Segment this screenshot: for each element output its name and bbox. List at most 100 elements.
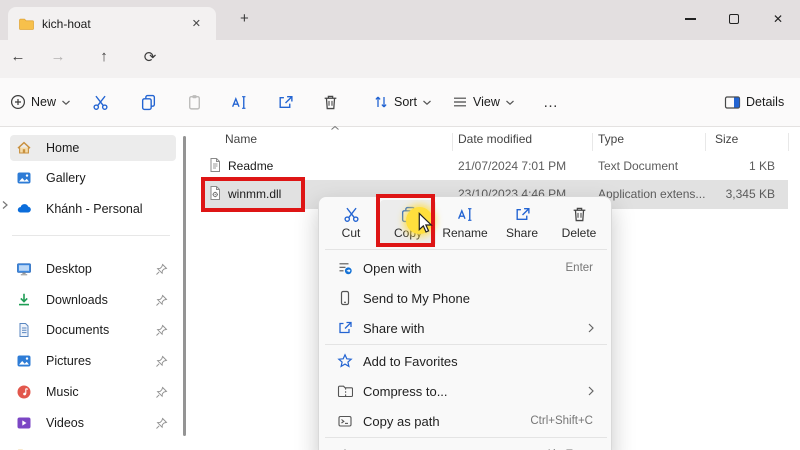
copy-button[interactable] (140, 88, 157, 116)
more-options-button[interactable]: … (543, 88, 558, 116)
share-button[interactable] (277, 88, 294, 116)
menu-item-label: Copy as path (363, 414, 440, 429)
paste-button[interactable] (186, 88, 203, 116)
pin-icon (155, 294, 168, 307)
forward-button[interactable]: → (46, 48, 70, 70)
close-button[interactable]: ✕ (756, 0, 800, 38)
sort-icon (373, 94, 389, 110)
new-plus-icon (10, 94, 26, 110)
menu-item-label: Open with (363, 261, 422, 276)
column-separator[interactable] (592, 133, 593, 151)
minimize-icon (685, 18, 696, 19)
sidebar-item-label: Home (46, 141, 79, 155)
back-button[interactable]: ← (6, 48, 30, 70)
menu-item-copy-as-path[interactable]: Copy as path Ctrl+Shift+C (323, 406, 609, 436)
paste-icon (186, 94, 203, 111)
close-icon: ✕ (773, 12, 783, 26)
delete-button[interactable] (322, 88, 339, 116)
sidebar-item-videos[interactable]: Videos (10, 410, 176, 436)
sidebar-item-pictures[interactable]: Pictures (10, 348, 176, 374)
file-name: Readme (228, 159, 273, 173)
chevron-down-icon (505, 99, 515, 106)
sidebar-item-music[interactable]: Music (10, 379, 176, 405)
context-rename-button[interactable]: Rename (437, 200, 493, 246)
new-button[interactable]: New (10, 88, 71, 116)
up-button[interactable]: ↑ (92, 48, 116, 70)
sidebar-item-downloads[interactable]: Downloads (10, 287, 176, 313)
navigation-bar: ← → ↑ ⟳ Start backup › ••• kich-hoat (0, 40, 800, 78)
pictures-icon (16, 353, 32, 369)
rename-icon (456, 206, 474, 223)
text-file-icon (207, 157, 223, 173)
column-header-size[interactable]: Size (715, 132, 738, 146)
sort-ascending-icon (330, 125, 340, 131)
new-label: New (31, 95, 56, 109)
context-delete-button[interactable]: Delete (551, 200, 607, 246)
menu-item-share-with[interactable]: Share with (323, 313, 609, 343)
sidebar-item-label: Gallery (46, 171, 86, 185)
desktop-icon (16, 261, 32, 277)
sidebar-item-documents[interactable]: Documents (10, 317, 176, 343)
maximize-icon (729, 14, 739, 24)
share-with-icon (337, 320, 353, 336)
context-share-button[interactable]: Share (494, 200, 550, 246)
details-pane-button[interactable]: Details (724, 88, 784, 116)
menu-shortcut: Enter (566, 262, 594, 274)
explorer-tab[interactable]: kich-hoat ✕ (8, 7, 216, 40)
share-label: Share (506, 226, 538, 240)
sidebar-item-onedrive-personal[interactable]: Khánh - Personal (10, 196, 176, 222)
column-header-name[interactable]: Name (225, 132, 257, 146)
menu-item-send-to-phone[interactable]: Send to My Phone (323, 283, 609, 313)
annotation-box-winmm (201, 177, 305, 212)
sidebar-item-label: Downloads (46, 293, 108, 307)
delete-icon (322, 94, 339, 111)
context-cut-button[interactable]: Cut (323, 200, 379, 246)
pin-icon (155, 263, 168, 276)
sidebar-item-home[interactable]: Home (10, 135, 176, 161)
cut-button[interactable] (92, 88, 109, 116)
menu-item-open-with[interactable]: Open with Enter (323, 253, 609, 283)
column-header-type[interactable]: Type (598, 132, 624, 146)
expand-chevron-icon[interactable] (0, 200, 10, 210)
column-header-date[interactable]: Date modified (458, 132, 532, 146)
mouse-cursor (416, 212, 436, 234)
pin-icon (155, 324, 168, 337)
minimize-button[interactable] (668, 0, 712, 38)
column-separator[interactable] (452, 133, 453, 151)
maximize-button[interactable] (712, 0, 756, 38)
sidebar-separator (12, 235, 170, 236)
menu-item-add-to-favorites[interactable]: Add to Favorites (323, 346, 609, 376)
file-date: 21/07/2024 7:01 PM (458, 159, 566, 173)
sidebar-item-label: Pictures (46, 354, 91, 368)
phone-icon (337, 290, 353, 306)
sidebar-item-desktop[interactable]: Desktop (10, 256, 176, 282)
sidebar-item-clipped[interactable] (10, 442, 176, 450)
file-row-readme[interactable]: Readme 21/07/2024 7:01 PM Text Document … (200, 152, 800, 180)
menu-separator (325, 249, 607, 250)
rename-label: Rename (442, 226, 487, 240)
menu-item-properties[interactable]: Properties Alt+Enter (323, 440, 609, 450)
new-tab-button[interactable]: + (232, 10, 257, 27)
sidebar-scrollbar[interactable] (183, 136, 186, 436)
submenu-chevron-icon (587, 385, 595, 397)
chevron-down-icon (422, 99, 432, 106)
copy-icon (140, 94, 157, 111)
submenu-chevron-icon (587, 322, 595, 334)
refresh-button[interactable]: ⟳ (138, 48, 162, 70)
sidebar-item-label: Music (46, 385, 79, 399)
sidebar-item-label: Videos (46, 416, 84, 430)
pin-icon (155, 386, 168, 399)
documents-icon (16, 322, 32, 338)
column-separator[interactable] (788, 133, 789, 151)
view-button[interactable]: View (452, 88, 515, 116)
sort-label: Sort (394, 95, 417, 109)
sidebar-item-gallery[interactable]: Gallery (10, 165, 176, 191)
menu-item-compress-to[interactable]: Compress to... (323, 376, 609, 406)
sort-button[interactable]: Sort (373, 88, 432, 116)
rename-button[interactable] (230, 88, 248, 116)
column-separator[interactable] (705, 133, 706, 151)
cut-icon (92, 94, 109, 111)
rename-icon (230, 94, 248, 111)
open-with-icon (337, 260, 353, 276)
tab-close-icon[interactable]: ✕ (187, 15, 206, 32)
